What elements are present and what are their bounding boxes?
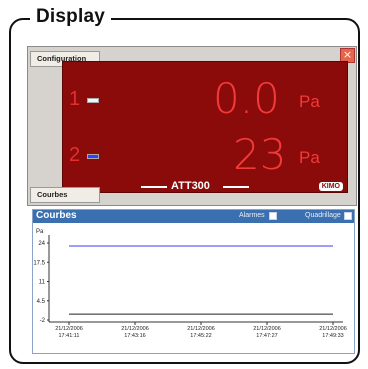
x-tick-label-date: 21/12/2006	[319, 326, 347, 332]
channel-1-marker	[87, 98, 99, 103]
y-tick-label: 11	[39, 280, 46, 286]
device-name: ATT300	[171, 180, 210, 192]
x-tick-label-time: 17:45:22	[190, 333, 211, 339]
channel-2-number: 2	[69, 144, 81, 166]
alarmes-label: Alarmes	[239, 212, 265, 219]
device-line-left	[141, 186, 167, 188]
y-tick-label: -2	[40, 318, 46, 324]
x-tick-label-date: 21/12/2006	[253, 326, 281, 332]
display-window: × Configuration 1 0.0 Pa 2 23 Pa ATT300 …	[27, 46, 357, 206]
chart-title: Courbes	[36, 210, 77, 221]
x-tick-label-time: 17:41:11	[58, 333, 79, 339]
channel-1-unit: Pa	[299, 92, 320, 111]
x-tick-label-time: 17:43:16	[124, 333, 145, 339]
x-tick-label-time: 17:47:27	[256, 333, 277, 339]
channel-1-value: 0.0	[213, 74, 280, 123]
x-tick-label-date: 21/12/2006	[187, 326, 215, 332]
channel-2-value: 23	[233, 130, 287, 179]
quadrillage-checkbox[interactable]	[344, 212, 352, 220]
x-tick-label-date: 21/12/2006	[121, 326, 149, 332]
y-tick-label: 24	[38, 241, 45, 247]
x-tick-label-time: 17:49:33	[322, 333, 343, 339]
digital-display: 1 0.0 Pa 2 23 Pa ATT300 KIMO	[62, 61, 348, 193]
y-tick-label: 4.5	[37, 299, 46, 305]
frame-title: Display	[30, 6, 111, 28]
y-tick-label: 17.5	[33, 260, 45, 266]
channel-2-unit: Pa	[299, 148, 320, 167]
channel-1-number: 1	[69, 88, 81, 110]
quadrillage-label: Quadrillage	[305, 212, 341, 219]
chart-panel: Courbes Alarmes Quadrillage Pa 24 17.5 11 4.…	[32, 209, 355, 354]
x-tick-label-date: 21/12/2006	[55, 326, 83, 332]
device-line-right	[223, 186, 249, 188]
tab-courbes[interactable]: Courbes	[30, 187, 100, 203]
y-axis-label: Pa	[36, 229, 44, 235]
channel-2-marker	[87, 154, 99, 159]
kimo-logo: KIMO	[318, 182, 343, 191]
chart-header: Courbes Alarmes Quadrillage	[33, 210, 354, 223]
line-chart: Pa2417.5114.5-221/12/200617:41:1121/12/2…	[33, 229, 347, 339]
alarmes-checkbox[interactable]	[269, 212, 277, 220]
